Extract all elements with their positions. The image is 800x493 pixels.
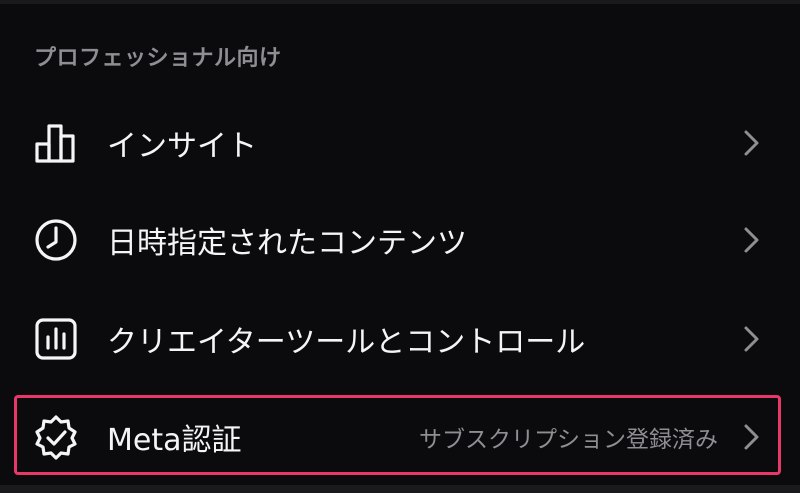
menu-item-scheduled-content[interactable]: 日時指定されたコンテンツ: [0, 192, 800, 288]
menu-item-label: クリエイターツールとコントロール: [107, 325, 586, 360]
chevron-right-icon: [744, 130, 759, 156]
chevron-right-icon: [744, 326, 759, 352]
menu-item-label: 日時指定されたコンテンツ: [107, 226, 467, 261]
menu-item-label: インサイト: [107, 129, 257, 164]
menu-item-label: Meta認証: [107, 423, 242, 458]
chevron-right-icon: [744, 227, 759, 253]
subscription-status: サブスクリプション登録済み: [419, 427, 718, 453]
creator-tools-icon: [33, 316, 79, 362]
menu-item-creator-tools[interactable]: クリエイターツールとコントロール: [0, 291, 800, 387]
bottom-divider: [0, 485, 800, 493]
section-header: プロフェッショナル向け: [34, 46, 282, 71]
clock-icon: [33, 217, 79, 263]
verified-badge-icon: [33, 414, 79, 460]
chevron-right-icon: [744, 424, 759, 450]
menu-item-insights[interactable]: インサイト: [0, 95, 800, 191]
menu-item-meta-verified[interactable]: Meta認証 サブスクリプション登録済み: [0, 389, 800, 485]
bar-chart-icon: [33, 120, 79, 166]
